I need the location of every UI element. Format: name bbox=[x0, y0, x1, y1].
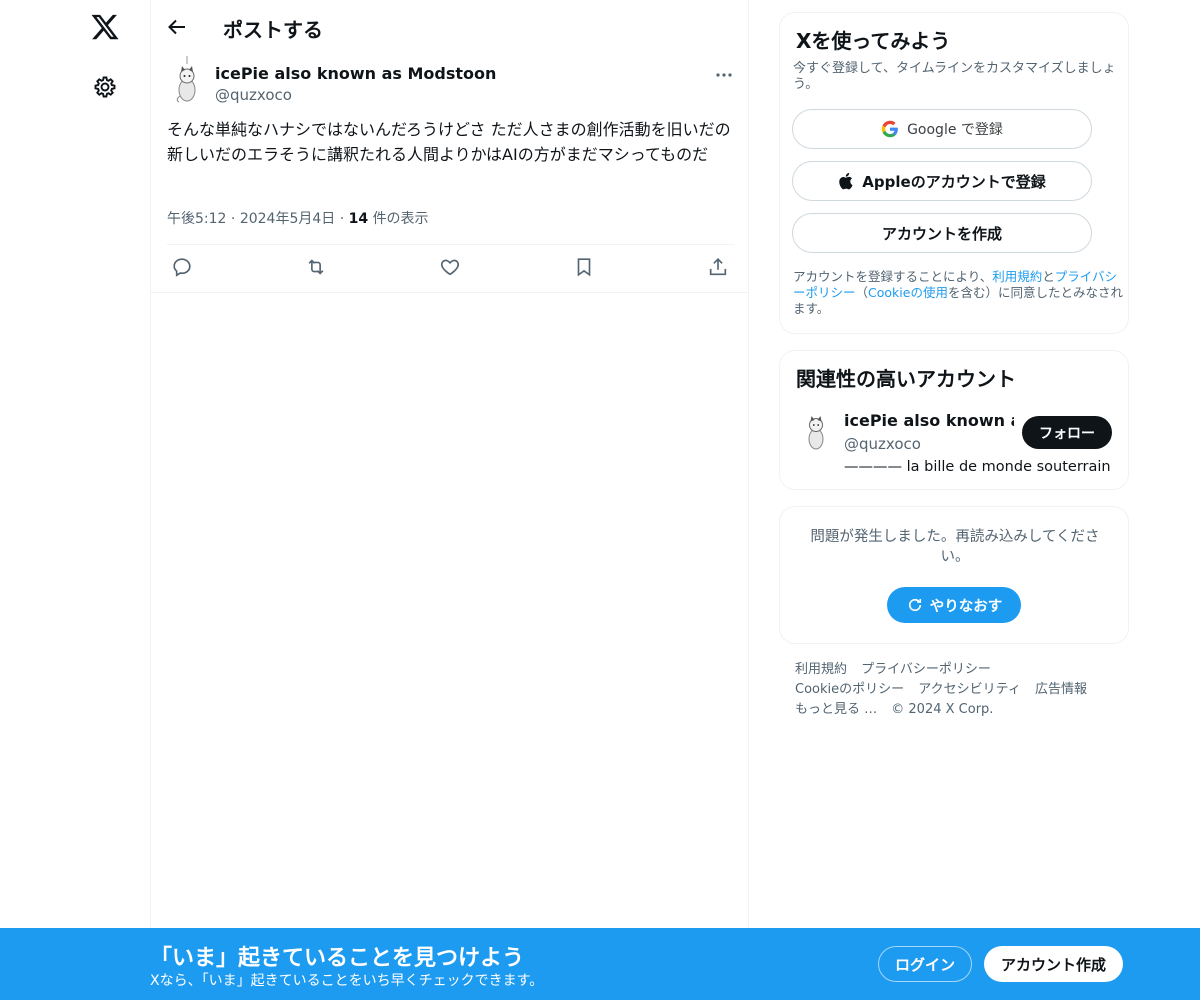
primary-column: ポストする icePie also known as Modstoon @quz… bbox=[150, 0, 749, 1000]
author-name[interactable]: icePie also known as Modstoon bbox=[215, 64, 496, 83]
divider bbox=[151, 292, 749, 293]
footer-more-link[interactable]: もっと見る … bbox=[795, 702, 877, 717]
cookie-link[interactable]: Cookieの使用 bbox=[868, 285, 948, 300]
error-message: 問題が発生しました。再読み込みしてください。 bbox=[810, 529, 1100, 565]
login-button[interactable]: ログイン bbox=[878, 946, 972, 982]
recommended-account-handle[interactable]: @quzxoco bbox=[844, 435, 921, 453]
page-title: ポストする bbox=[223, 18, 323, 42]
signup-card-title: Xを使ってみよう bbox=[796, 29, 951, 53]
recommended-account-name[interactable]: icePie also known as Modstoon bbox=[844, 411, 1014, 430]
avatar[interactable] bbox=[798, 411, 834, 451]
footer-privacy-link[interactable]: プライバシーポリシー bbox=[861, 662, 991, 677]
google-icon bbox=[881, 120, 898, 138]
error-card: 問題が発生しました。再読み込みしてください。 やりなおす bbox=[779, 506, 1129, 644]
recommended-title: 関連性の高いアカウント bbox=[796, 367, 1016, 391]
meta-separator: · bbox=[339, 211, 345, 227]
footer-ads-link[interactable]: 広告情報 bbox=[1035, 682, 1087, 697]
apple-signup-label: Appleのアカウントで登録 bbox=[862, 172, 1046, 191]
bottom-bar-title: 「いま」起きていることを見つけよう bbox=[150, 946, 525, 971]
legal-notice: アカウントを登録することにより、利用規約とプライバシーポリシー（Cookieの使… bbox=[793, 269, 1123, 317]
apple-icon bbox=[839, 172, 853, 190]
meta-separator: · bbox=[230, 211, 236, 227]
author-handle[interactable]: @quzxoco bbox=[215, 86, 292, 104]
repost-icon[interactable] bbox=[305, 256, 327, 278]
x-logo-icon[interactable] bbox=[90, 12, 120, 42]
post-actions bbox=[167, 254, 735, 282]
views-label: 件の表示 bbox=[372, 211, 429, 227]
retry-label: やりなおす bbox=[929, 598, 1003, 615]
divider bbox=[167, 244, 735, 245]
bottom-signup-bar: 「いま」起きていることを見つけよう Xなら、「いま」起きていることをいち早くチェ… bbox=[0, 928, 1200, 1000]
gear-icon[interactable] bbox=[93, 75, 117, 99]
heart-icon[interactable] bbox=[439, 256, 461, 278]
follow-button[interactable]: フォロー bbox=[1022, 416, 1112, 449]
recommended-account-bio: ———— la bille de monde souterrain bbox=[844, 459, 1111, 475]
signup-button[interactable]: アカウント作成 bbox=[984, 946, 1123, 982]
arrow-left-icon[interactable] bbox=[165, 15, 189, 39]
post-time[interactable]: 午後5:12 bbox=[167, 211, 226, 227]
footer-links: 利用規約 プライバシーポリシー Cookieのポリシー アクセシビリティ 広告情… bbox=[795, 660, 1115, 720]
signup-card: Xを使ってみよう 今すぐ登録して、タイムラインをカスタマイズしましょう。 Goo… bbox=[779, 12, 1129, 334]
footer-terms-link[interactable]: 利用規約 bbox=[795, 662, 847, 677]
google-signup-label: Google で登録 bbox=[907, 122, 1003, 138]
copyright: © 2024 X Corp. bbox=[891, 702, 994, 717]
apple-signup-button[interactable]: Appleのアカウントで登録 bbox=[792, 161, 1092, 201]
more-dots-icon[interactable] bbox=[713, 64, 735, 86]
legal-text: （ bbox=[855, 285, 869, 300]
signup-card-subtitle: 今すぐ登録して、タイムラインをカスタマイズしましょう。 bbox=[793, 61, 1116, 92]
share-icon[interactable] bbox=[707, 256, 729, 278]
refresh-icon bbox=[908, 598, 921, 612]
terms-link[interactable]: 利用規約 bbox=[992, 269, 1042, 284]
page-header: ポストする bbox=[151, 0, 749, 54]
footer-accessibility-link[interactable]: アクセシビリティ bbox=[918, 682, 1021, 697]
footer-cookie-link[interactable]: Cookieのポリシー bbox=[795, 682, 904, 697]
recommended-accounts-card: 関連性の高いアカウント icePie also known as Modstoo… bbox=[779, 350, 1129, 490]
views-count: 14 bbox=[348, 211, 369, 227]
bottom-bar-subtitle: Xなら、「いま」起きていることをいち早くチェックできます。 bbox=[150, 973, 544, 989]
post-date[interactable]: 2024年5月4日 bbox=[240, 211, 335, 227]
bookmark-icon[interactable] bbox=[573, 256, 595, 278]
retry-button[interactable]: やりなおす bbox=[887, 587, 1021, 623]
post-meta: 午後5:12 · 2024年5月4日 · 14 件の表示 bbox=[167, 208, 429, 228]
legal-text: と bbox=[1042, 269, 1055, 284]
reply-icon[interactable] bbox=[171, 256, 193, 278]
create-account-button[interactable]: アカウントを作成 bbox=[792, 213, 1092, 253]
avatar[interactable] bbox=[167, 56, 207, 104]
left-nav bbox=[0, 0, 150, 1000]
google-signup-button[interactable]: Google で登録 bbox=[792, 109, 1092, 149]
post-text: そんな単純なハナシではないんだろうけどさ ただ人さまの創作活動を旧いだの新しいだ… bbox=[167, 120, 731, 164]
legal-text: アカウントを登録することにより、 bbox=[793, 269, 993, 284]
